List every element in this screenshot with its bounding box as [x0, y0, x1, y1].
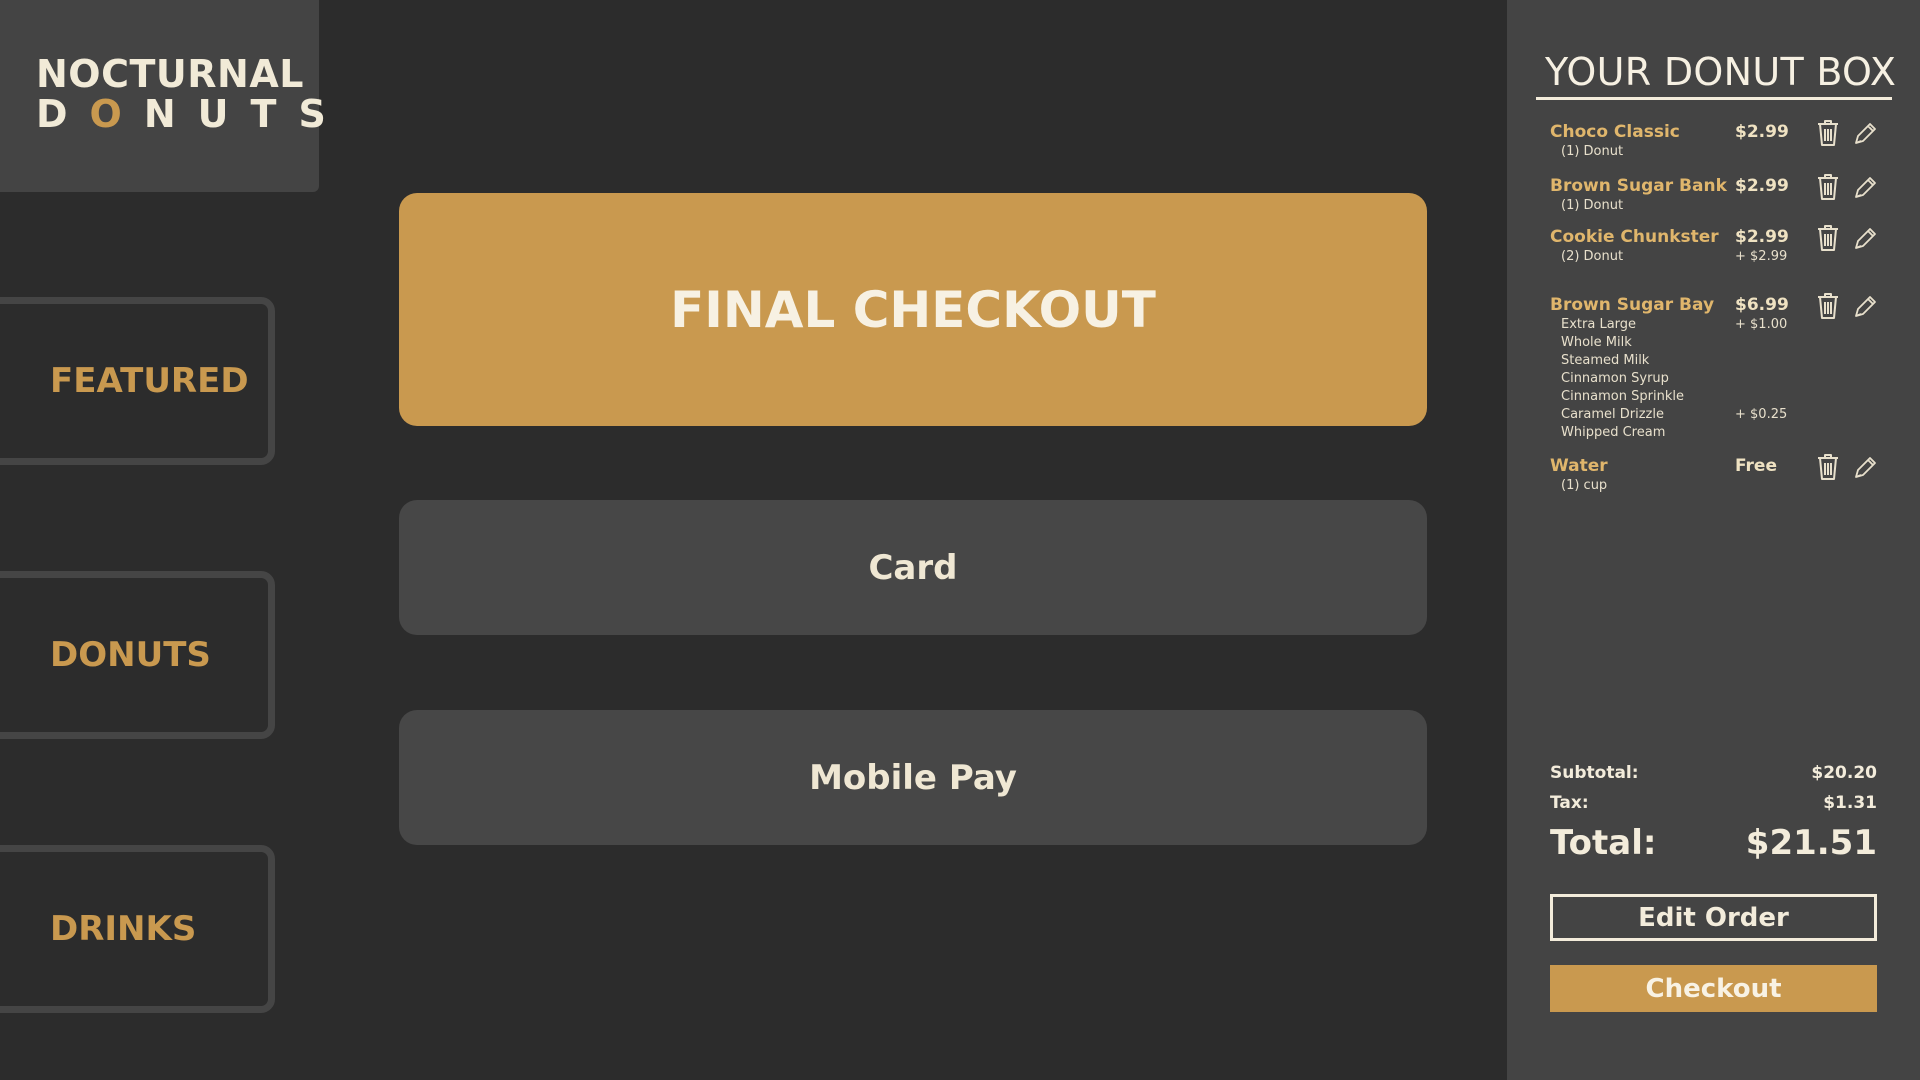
card-payment-label: Card — [868, 547, 958, 588]
final-checkout-button[interactable]: FINAL CHECKOUT — [399, 193, 1427, 426]
subtotal-label: Subtotal: — [1550, 763, 1639, 783]
total-value: $21.51 — [1745, 823, 1877, 863]
cart-title-divider — [1536, 97, 1892, 100]
tax-row: Tax: $1.31 — [1550, 793, 1877, 813]
tax-label: Tax: — [1550, 793, 1589, 813]
cart-item-detail: Whipped Cream — [1561, 425, 1666, 440]
tax-value: $1.31 — [1823, 793, 1877, 813]
cart-item-detail: Steamed Milk — [1561, 353, 1650, 368]
pencil-icon[interactable] — [1851, 291, 1879, 321]
final-checkout-label: FINAL CHECKOUT — [670, 280, 1156, 339]
logo: NOCTURNAL DONUTS — [0, 0, 326, 192]
cart-item-detail: (2) Donut — [1561, 249, 1624, 264]
nav-item-drinks[interactable]: DRINKS — [0, 845, 275, 1013]
trash-icon[interactable] — [1814, 172, 1842, 202]
cart-item-price: $6.99 — [1735, 295, 1789, 315]
cart-item-detail: Extra Large — [1561, 317, 1637, 332]
cart-item-detail-price: + $0.25 — [1735, 407, 1788, 422]
nav-item-label: DRINKS — [50, 909, 197, 949]
pencil-icon[interactable] — [1851, 172, 1879, 202]
mobile-pay-label: Mobile Pay — [809, 757, 1017, 798]
nav-item-label: DONUTS — [50, 635, 211, 675]
cart-item-name: Choco Classic — [1550, 122, 1680, 142]
subtotal-row: Subtotal: $20.20 — [1550, 763, 1877, 783]
checkout-button[interactable]: Checkout — [1550, 965, 1877, 1012]
cart-item-name: Brown Sugar Bank — [1550, 176, 1727, 196]
logo-letters-nuts: NUTS — [143, 92, 348, 136]
cart-item-detail: Cinnamon Syrup — [1561, 371, 1669, 386]
cart-panel: YOUR DONUT BOX Choco Classic $2.99 (1) D… — [1507, 0, 1920, 1080]
cart-item-name: Water — [1550, 456, 1608, 476]
cart-item-detail: Caramel Drizzle — [1561, 407, 1664, 422]
total-label: Total: — [1550, 823, 1657, 863]
cart-title: YOUR DONUT BOX — [1545, 50, 1897, 94]
trash-icon[interactable] — [1814, 118, 1842, 148]
card-payment-button[interactable]: Card — [399, 500, 1427, 635]
cart-item-price: $2.99 — [1735, 176, 1789, 196]
trash-icon[interactable] — [1814, 452, 1842, 482]
cart-item-detail: (1) Donut — [1561, 198, 1624, 213]
pencil-icon[interactable] — [1851, 118, 1879, 148]
cart-item-name: Brown Sugar Bay — [1550, 295, 1715, 315]
logo-line-1: NOCTURNAL — [36, 52, 304, 96]
cart-item-name: Cookie Chunkster — [1550, 227, 1719, 247]
pencil-icon[interactable] — [1851, 452, 1879, 482]
nav-item-donuts[interactable]: DONUTS — [0, 571, 275, 739]
mobile-pay-button[interactable]: Mobile Pay — [399, 710, 1427, 845]
total-row: Total: $21.51 — [1550, 823, 1877, 863]
cart-item-detail-price: + $2.99 — [1735, 249, 1788, 264]
cart-item-price: $2.99 — [1735, 227, 1789, 247]
trash-icon[interactable] — [1814, 223, 1842, 253]
nav-item-featured[interactable]: FEATURED — [0, 297, 275, 465]
cart-item-detail: (1) cup — [1561, 478, 1608, 493]
trash-icon[interactable] — [1814, 291, 1842, 321]
nav-item-label: FEATURED — [50, 361, 249, 401]
logo-letter-d: D — [36, 92, 90, 136]
cart-item-price: Free — [1735, 456, 1777, 476]
edit-order-button[interactable]: Edit Order — [1550, 894, 1877, 941]
cart-item-detail: (1) Donut — [1561, 144, 1624, 159]
logo-accent-letter: O — [89, 92, 144, 136]
logo-line-2: DONUTS — [36, 92, 348, 136]
subtotal-value: $20.20 — [1811, 763, 1877, 783]
cart-item-detail: Cinnamon Sprinkle — [1561, 389, 1684, 404]
pencil-icon[interactable] — [1851, 223, 1879, 253]
cart-item-price: $2.99 — [1735, 122, 1789, 142]
cart-item-detail: Whole Milk — [1561, 335, 1632, 350]
cart-item-detail-price: + $1.00 — [1735, 317, 1788, 332]
